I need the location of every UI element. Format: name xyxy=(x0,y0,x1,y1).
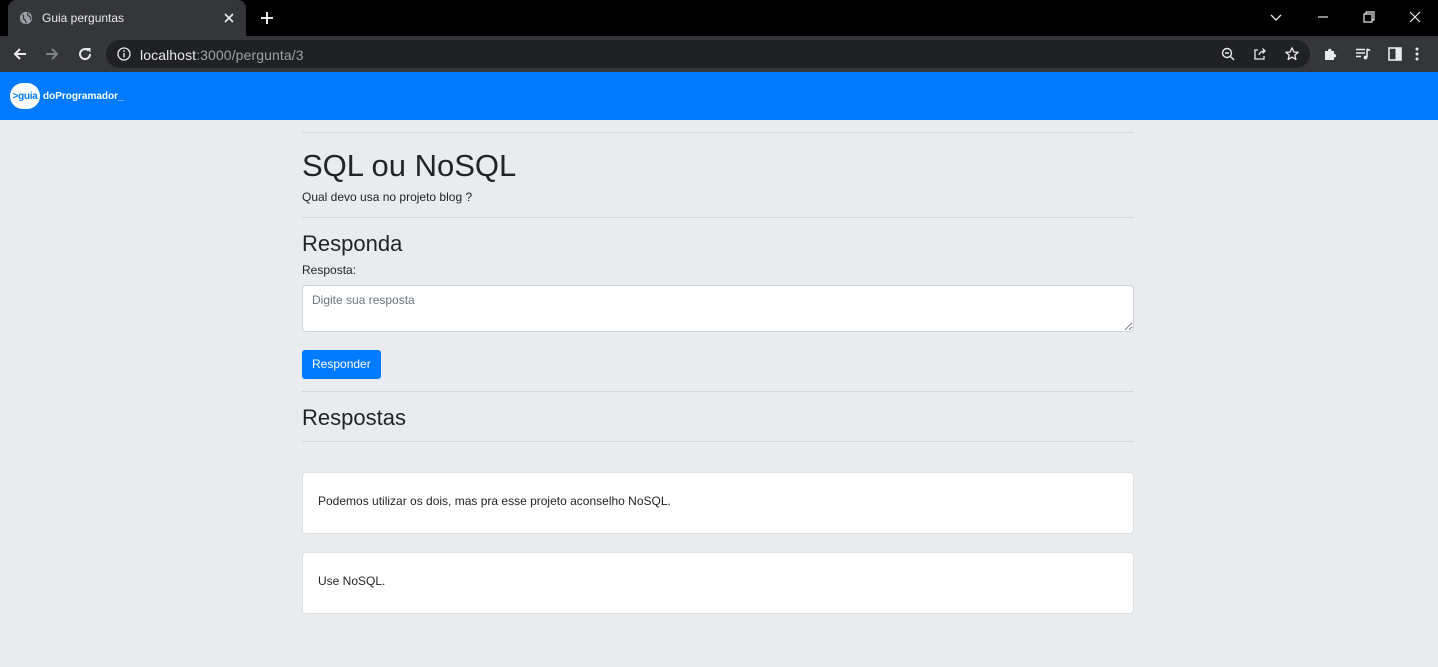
answer-card: Podemos utilizar os dois, mas pra esse p… xyxy=(302,472,1134,534)
browser-toolbar: localhost:3000/pergunta/3 xyxy=(0,36,1438,72)
close-icon[interactable] xyxy=(1407,9,1423,25)
puzzle-icon[interactable] xyxy=(1323,46,1339,62)
submit-answer-button[interactable]: Responder xyxy=(302,350,381,379)
divider xyxy=(302,217,1134,218)
url-text[interactable]: localhost:3000/pergunta/3 xyxy=(140,47,304,63)
brand-badge: >guia xyxy=(10,83,40,109)
answer-card: Use NoSQL. xyxy=(302,552,1134,614)
answer-textarea[interactable] xyxy=(302,285,1134,332)
divider xyxy=(302,441,1134,442)
url-host: localhost xyxy=(140,47,197,63)
arrow-right-icon[interactable] xyxy=(43,45,61,63)
side-panel-icon[interactable] xyxy=(1387,46,1403,62)
answer-form: Responda Resposta: Responder xyxy=(302,231,1134,379)
divider xyxy=(302,391,1134,392)
answer-form-heading: Responda xyxy=(302,231,403,256)
browser-tab[interactable]: Guia perguntas xyxy=(8,0,246,36)
playlist-icon[interactable] xyxy=(1355,46,1371,62)
star-icon[interactable] xyxy=(1284,46,1300,62)
share-icon[interactable] xyxy=(1252,46,1268,62)
answer-label: Resposta: xyxy=(302,263,357,277)
close-icon[interactable] xyxy=(220,9,238,27)
brand-text: doProgramador_ xyxy=(43,90,124,102)
plus-icon[interactable] xyxy=(258,9,276,27)
kebab-menu-icon[interactable] xyxy=(1409,46,1425,62)
address-bar[interactable]: localhost:3000/pergunta/3 xyxy=(106,40,1310,68)
tab-title: Guia perguntas xyxy=(42,11,125,25)
url-path: :3000/pergunta/3 xyxy=(196,47,304,63)
answers-heading: Respostas xyxy=(302,405,406,430)
question-description: Qual devo usa no projeto blog ? xyxy=(302,190,473,204)
question-title: SQL ou NoSQL xyxy=(302,148,517,183)
answer-text: Podemos utilizar os dois, mas pra esse p… xyxy=(318,494,671,508)
browser-tabstrip: Guia perguntas xyxy=(0,0,1438,36)
reload-icon[interactable] xyxy=(76,45,94,63)
arrow-left-icon[interactable] xyxy=(11,45,29,63)
chevron-down-icon[interactable] xyxy=(1268,9,1284,25)
info-icon[interactable] xyxy=(117,47,131,61)
zoom-out-icon[interactable] xyxy=(1220,46,1236,62)
restore-icon[interactable] xyxy=(1361,9,1377,25)
brand-logo[interactable]: >guia doProgramador_ xyxy=(10,83,124,109)
answer-text: Use NoSQL. xyxy=(318,574,386,588)
divider xyxy=(302,132,1134,133)
main-container: SQL ou NoSQL Qual devo usa no projeto bl… xyxy=(302,120,1134,614)
minimize-icon[interactable] xyxy=(1315,9,1331,25)
site-navbar: >guia doProgramador_ xyxy=(0,72,1438,120)
globe-icon xyxy=(19,11,33,25)
